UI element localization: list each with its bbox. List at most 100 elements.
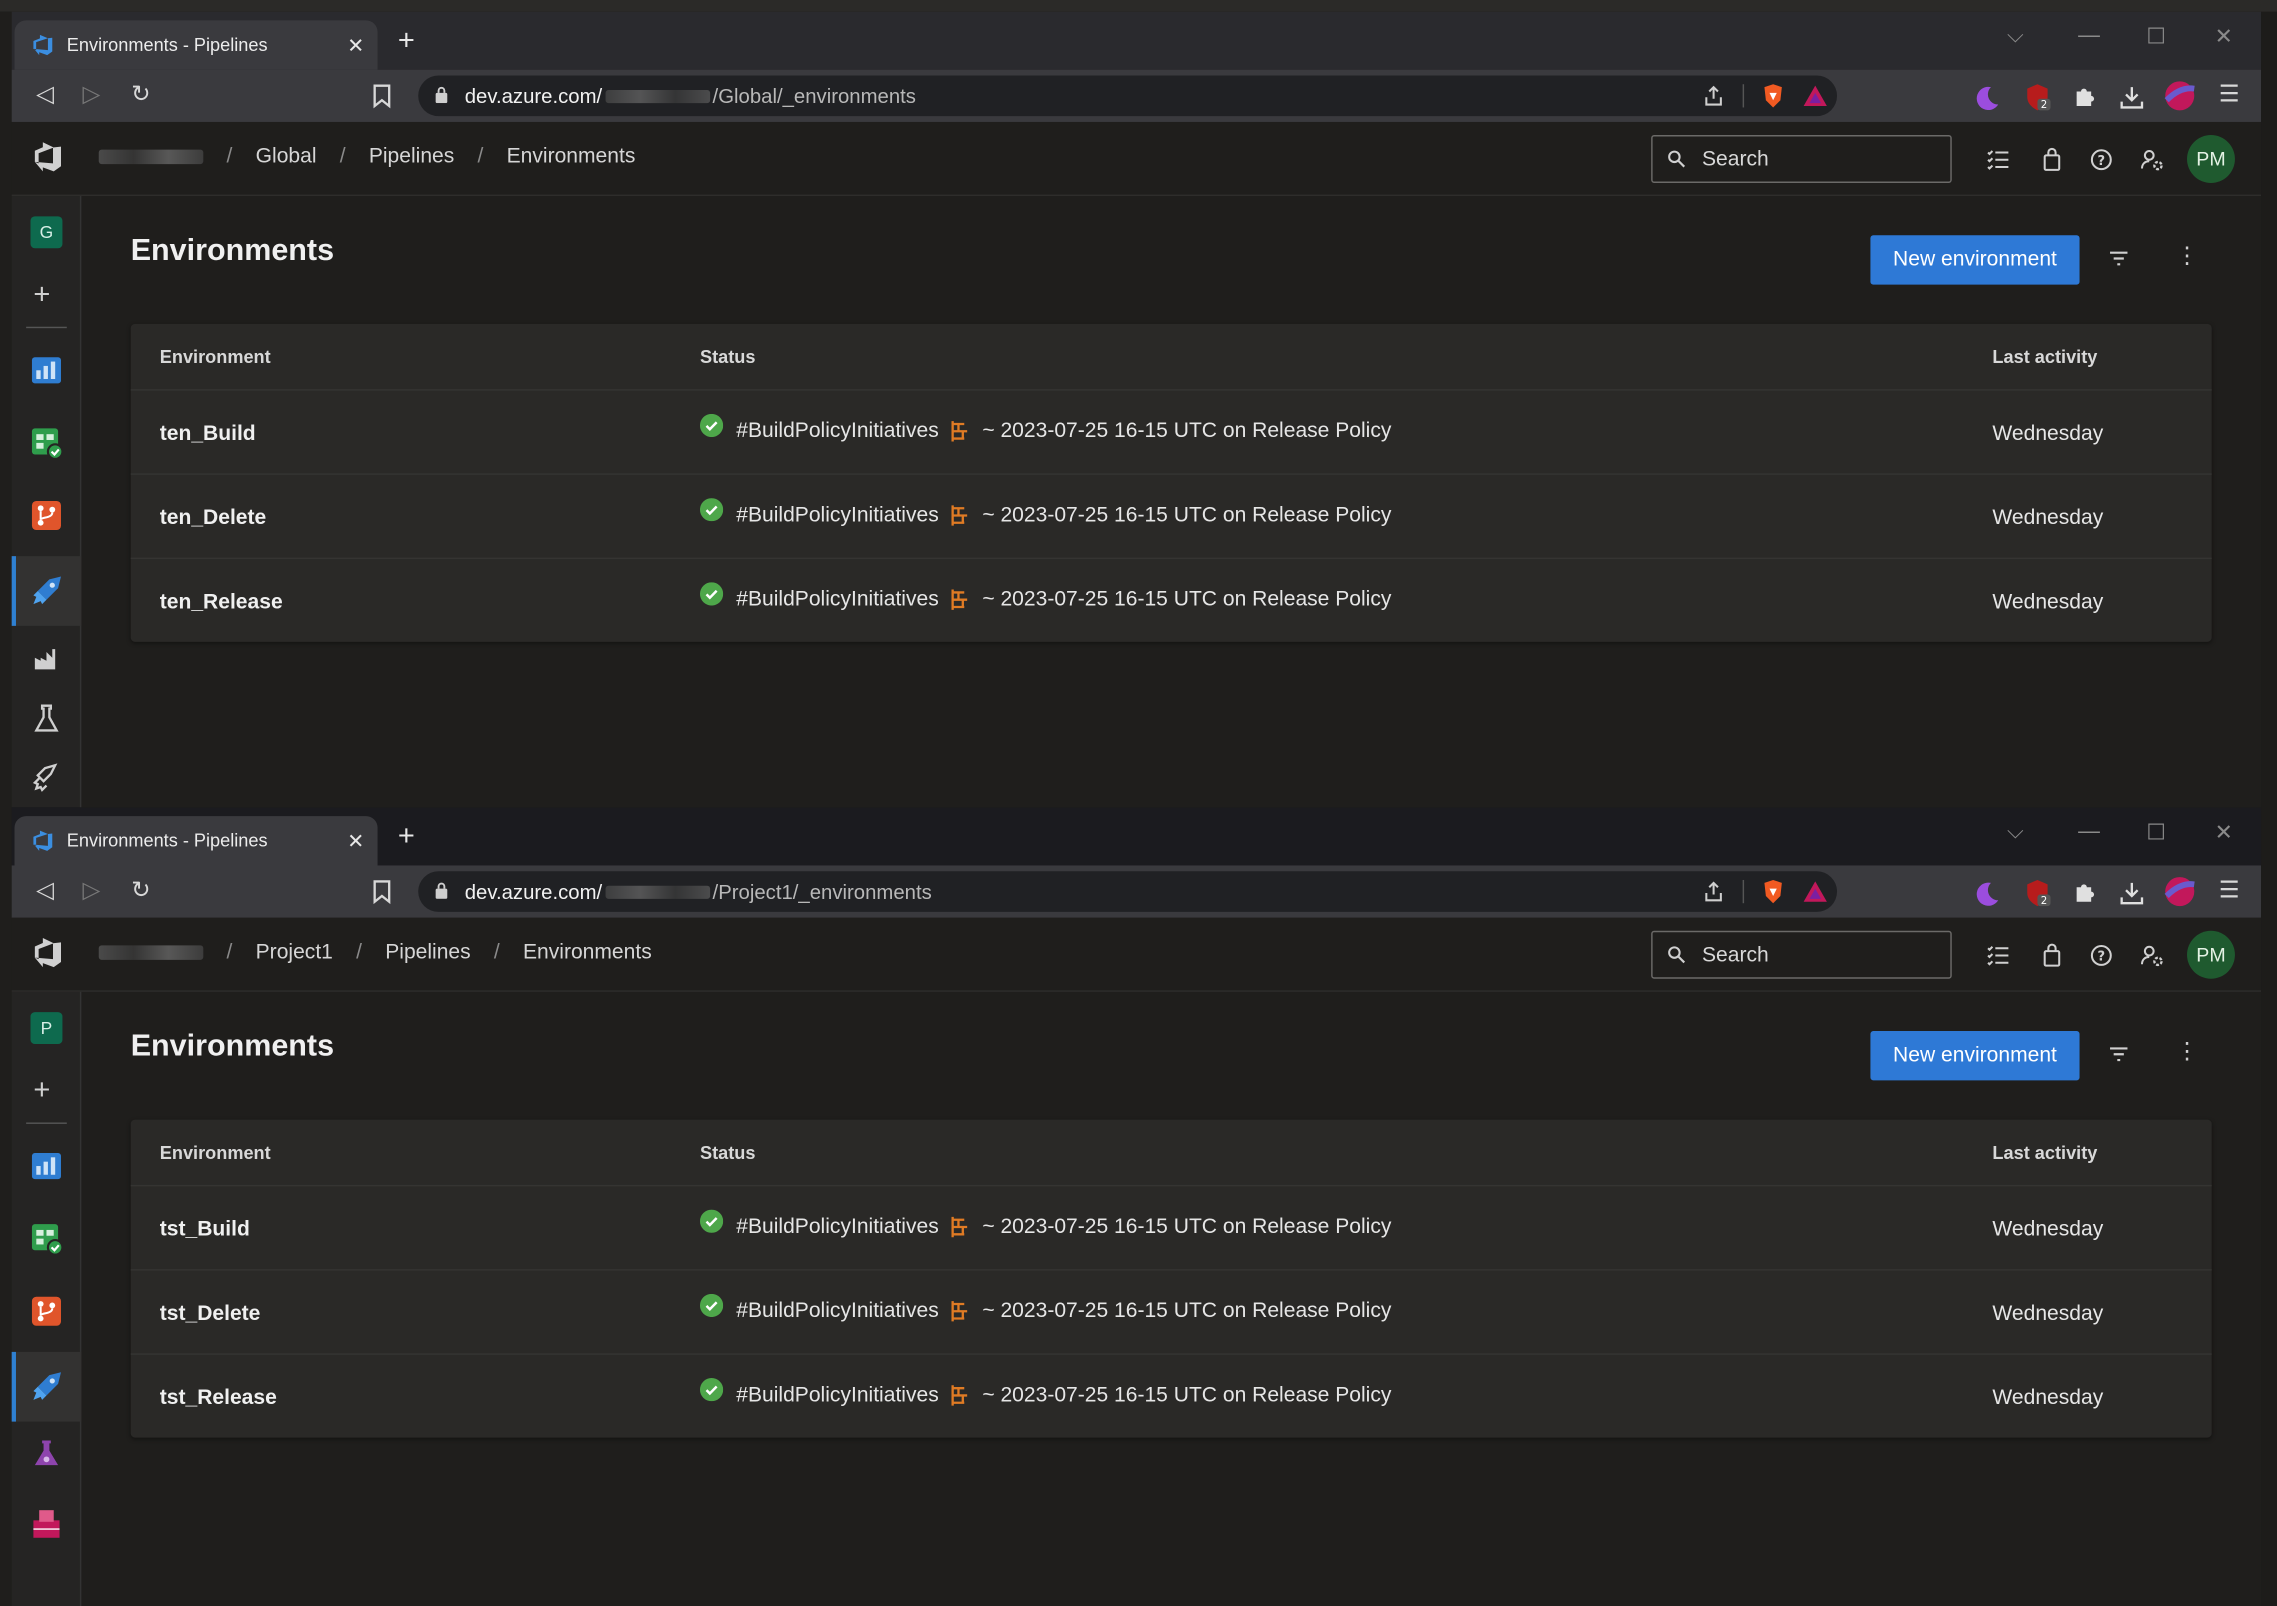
maximize-icon[interactable]: ☐ xyxy=(2146,819,2166,845)
brave-rewards-icon[interactable] xyxy=(1802,880,1828,903)
repos-icon[interactable] xyxy=(29,1294,64,1329)
browser-menu-icon[interactable]: ☰ xyxy=(2216,879,2242,905)
run-name[interactable]: #BuildPolicyInitiatives xyxy=(736,588,938,611)
close-tab-icon[interactable]: ✕ xyxy=(343,32,369,58)
boards-icon[interactable] xyxy=(29,1221,64,1256)
address-bar[interactable]: dev.azure.com/ /Project1/_environments xyxy=(418,871,1838,912)
column-header-environment[interactable]: Environment xyxy=(160,347,271,367)
test-plans-icon[interactable] xyxy=(29,1436,64,1471)
back-icon[interactable]: ◁ xyxy=(32,83,58,109)
boards-icon[interactable] xyxy=(29,425,64,460)
tab-search-icon[interactable]: ⌵ xyxy=(2007,819,2024,844)
close-window-icon[interactable]: ✕ xyxy=(2215,819,2233,845)
brave-shields-icon[interactable] xyxy=(1762,879,1785,905)
column-header-environment[interactable]: Environment xyxy=(160,1143,271,1163)
pipelines-icon[interactable] xyxy=(29,1369,64,1404)
table-row[interactable]: tst_Release #BuildPolicyInitiatives ~ 20… xyxy=(130,1353,2212,1437)
breadcrumb-project[interactable]: Global xyxy=(256,145,317,168)
forward-icon[interactable]: ▷ xyxy=(78,83,104,109)
project-avatar[interactable]: P xyxy=(30,1012,63,1045)
minimize-icon[interactable]: — xyxy=(2078,819,2100,844)
breadcrumb-org-redacted[interactable] xyxy=(98,149,204,165)
filter-icon[interactable] xyxy=(2107,1043,2130,1066)
help-icon[interactable]: ? xyxy=(2088,147,2114,173)
avatar[interactable]: PM xyxy=(2187,930,2235,979)
browser-tab[interactable]: Environments - Pipelines ✕ xyxy=(14,816,378,866)
rail-extra-icon-2[interactable] xyxy=(29,701,64,736)
table-row[interactable]: ten_Release #BuildPolicyInitiatives ~ 20… xyxy=(130,557,2212,642)
address-bar[interactable]: dev.azure.com/ /Global/_environments xyxy=(418,75,1838,117)
breadcrumb-pipelines[interactable]: Pipelines xyxy=(369,145,454,168)
new-environment-button[interactable]: New environment xyxy=(1870,1030,2080,1081)
table-row[interactable]: tst_Delete #BuildPolicyInitiatives ~ 202… xyxy=(130,1269,2212,1353)
repos-icon[interactable] xyxy=(29,498,64,533)
environment-name[interactable]: ten_Delete xyxy=(160,507,267,530)
browser-tab[interactable]: Environments - Pipelines ✕ xyxy=(14,20,378,70)
project-avatar[interactable]: G xyxy=(30,216,63,249)
minimize-icon[interactable]: — xyxy=(2078,23,2100,48)
ublock-extension-icon[interactable]: 2 xyxy=(2023,879,2052,908)
run-name[interactable]: #BuildPolicyInitiatives xyxy=(736,420,938,443)
breadcrumb-pipelines[interactable]: Pipelines xyxy=(385,941,470,964)
browser-menu-icon[interactable]: ☰ xyxy=(2216,83,2242,109)
bookmark-icon[interactable] xyxy=(370,83,393,109)
close-tab-icon[interactable]: ✕ xyxy=(343,828,369,854)
overview-icon[interactable] xyxy=(29,353,64,388)
avatar[interactable]: PM xyxy=(2187,135,2235,183)
search-input[interactable]: Search xyxy=(1651,930,1952,979)
close-window-icon[interactable]: ✕ xyxy=(2215,23,2233,50)
dark-reader-extension-icon[interactable] xyxy=(1972,83,2001,112)
help-icon[interactable]: ? xyxy=(2088,942,2114,968)
new-tab-icon[interactable]: + xyxy=(398,822,415,851)
bookmark-icon[interactable] xyxy=(370,879,393,905)
add-icon[interactable]: + xyxy=(33,1076,50,1105)
back-icon[interactable]: ◁ xyxy=(32,879,58,905)
brave-rewards-icon[interactable] xyxy=(1802,84,1828,107)
breadcrumb-environments[interactable]: Environments xyxy=(523,941,652,964)
work-items-list-icon[interactable] xyxy=(1985,147,2011,173)
environment-name[interactable]: tst_Build xyxy=(160,1218,250,1241)
forward-icon[interactable]: ▷ xyxy=(78,879,104,905)
user-settings-icon[interactable] xyxy=(2139,942,2165,968)
extensions-puzzle-icon[interactable] xyxy=(2071,83,2100,112)
add-icon[interactable]: + xyxy=(33,280,50,309)
reload-icon[interactable]: ↻ xyxy=(128,879,154,905)
share-icon[interactable] xyxy=(1702,880,1725,903)
new-tab-icon[interactable]: + xyxy=(398,26,415,55)
breadcrumb-org-redacted[interactable] xyxy=(98,945,204,960)
extensions-puzzle-icon[interactable] xyxy=(2071,879,2100,908)
ublock-extension-icon[interactable]: 2 xyxy=(2023,83,2052,112)
marketplace-bag-icon[interactable] xyxy=(2039,942,2065,968)
more-actions-icon[interactable]: ⋮ xyxy=(2175,1040,2198,1064)
run-name[interactable]: #BuildPolicyInitiatives xyxy=(736,1215,938,1238)
environment-name[interactable]: tst_Release xyxy=(160,1387,277,1410)
profile-icon[interactable] xyxy=(2164,80,2196,112)
rail-extra-icon-1[interactable] xyxy=(29,640,64,675)
dark-reader-extension-icon[interactable] xyxy=(1972,879,2001,908)
marketplace-bag-icon[interactable] xyxy=(2039,147,2065,173)
environment-name[interactable]: ten_Release xyxy=(160,591,283,614)
tab-search-icon[interactable]: ⌵ xyxy=(2007,23,2024,48)
rail-extra-icon-3[interactable] xyxy=(29,759,64,794)
overview-icon[interactable] xyxy=(29,1149,64,1184)
brave-shields-icon[interactable] xyxy=(1762,83,1785,109)
maximize-icon[interactable]: ☐ xyxy=(2146,23,2166,50)
table-row[interactable]: tst_Build #BuildPolicyInitiatives ~ 2023… xyxy=(130,1184,2212,1269)
new-environment-button[interactable]: New environment xyxy=(1870,235,2080,285)
breadcrumb-environments[interactable]: Environments xyxy=(507,145,636,168)
run-name[interactable]: #BuildPolicyInitiatives xyxy=(736,1384,938,1407)
artifacts-icon[interactable] xyxy=(29,1506,64,1541)
share-icon[interactable] xyxy=(1702,84,1725,107)
table-row[interactable]: ten_Delete #BuildPolicyInitiatives ~ 202… xyxy=(130,473,2212,557)
azure-devops-logo-icon[interactable] xyxy=(32,141,64,173)
environment-name[interactable]: tst_Delete xyxy=(160,1303,261,1326)
table-row[interactable]: ten_Build #BuildPolicyInitiatives ~ 2023… xyxy=(130,389,2212,473)
downloads-icon[interactable] xyxy=(2117,83,2146,112)
pipelines-icon[interactable] xyxy=(29,574,64,609)
azure-devops-logo-icon[interactable] xyxy=(32,937,64,969)
more-actions-icon[interactable]: ⋮ xyxy=(2175,245,2198,268)
run-name[interactable]: #BuildPolicyInitiatives xyxy=(736,504,938,527)
breadcrumb-project[interactable]: Project1 xyxy=(256,941,333,964)
search-input[interactable]: Search xyxy=(1651,135,1952,183)
filter-icon[interactable] xyxy=(2107,247,2130,270)
